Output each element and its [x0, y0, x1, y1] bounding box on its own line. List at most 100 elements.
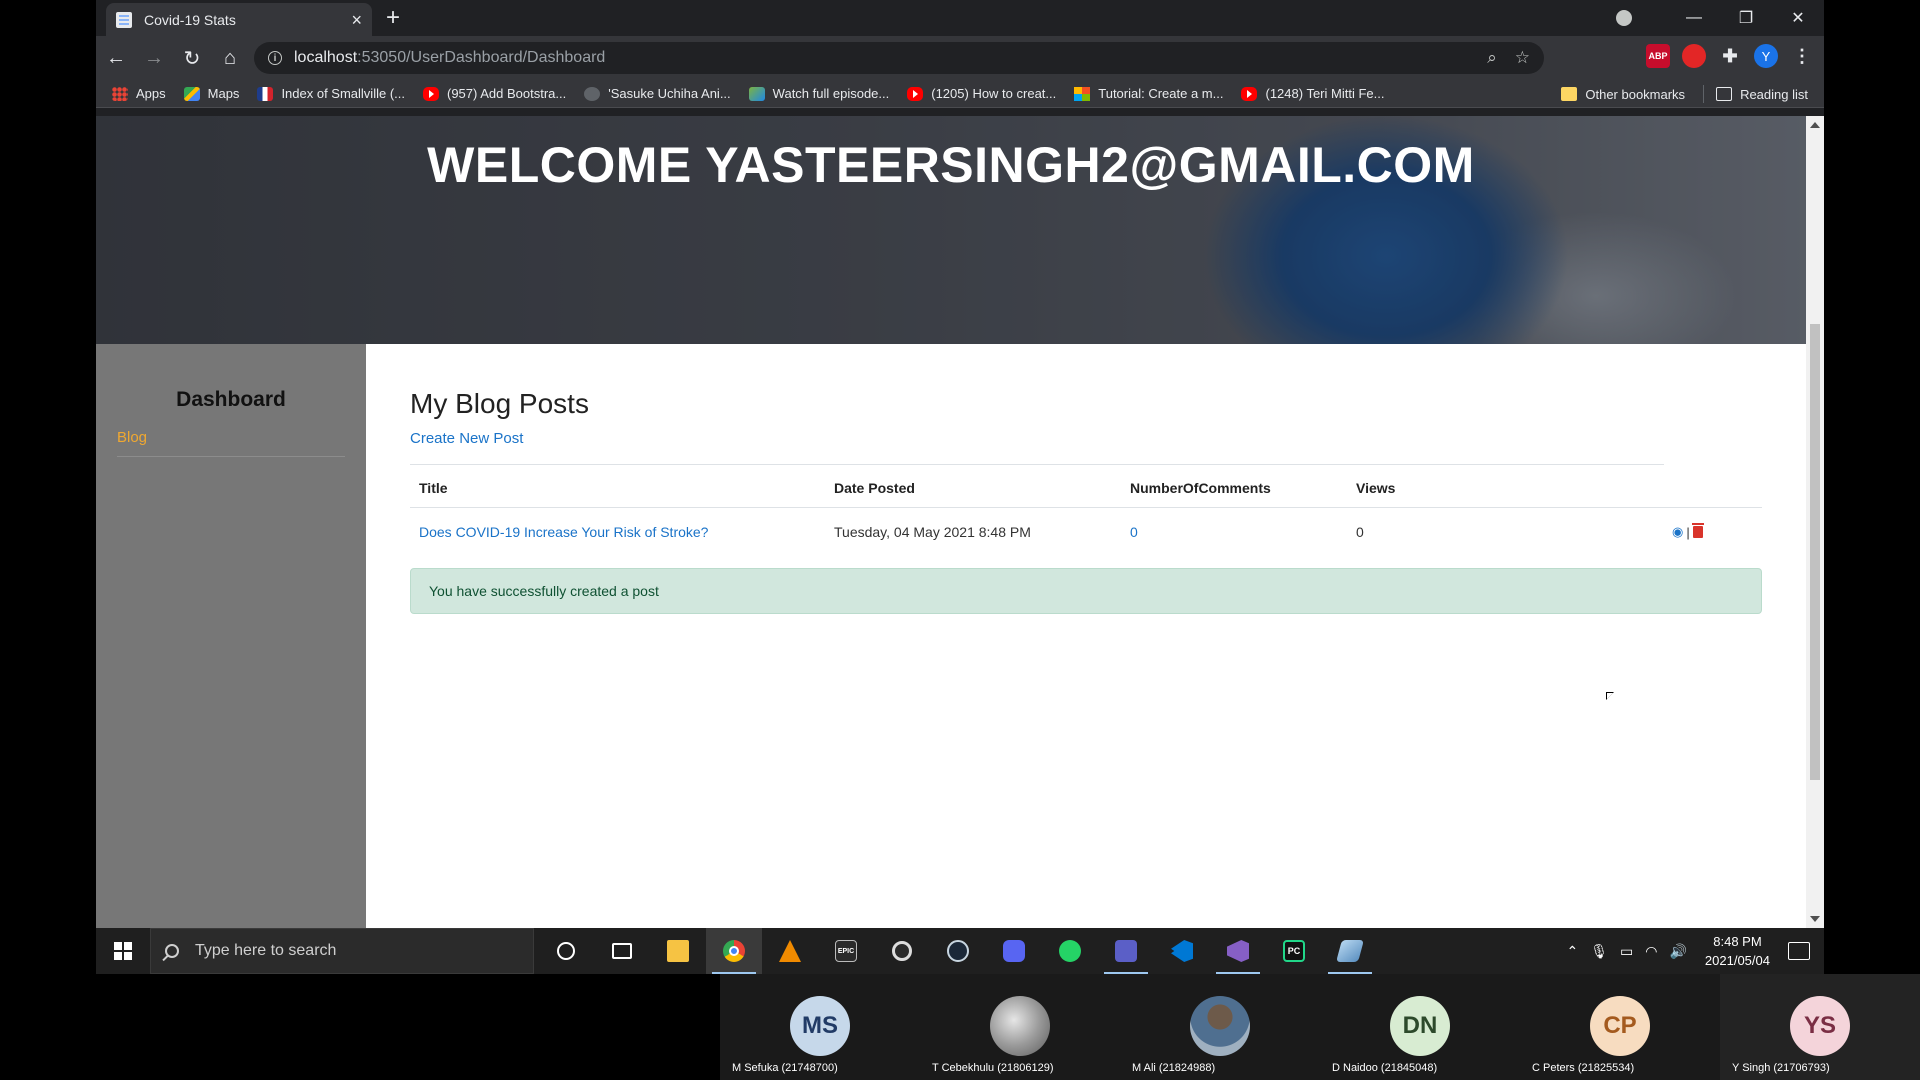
action-separator: | [1686, 524, 1690, 540]
avatar: YS [1790, 996, 1850, 1056]
reload-icon[interactable]: ↻ [174, 46, 210, 71]
avatar [990, 996, 1050, 1056]
bookmark-how-to-create[interactable]: (1205) How to creat... [907, 86, 1056, 101]
bookmarks-bar: Apps Maps Index of Smallville (... (957)… [96, 80, 1824, 108]
bookmark-teri-mitti[interactable]: (1248) Teri Mitti Fe... [1241, 86, 1384, 101]
delete-post-trash-icon[interactable] [1691, 523, 1704, 538]
notification-center-icon[interactable] [1788, 942, 1810, 960]
home-icon[interactable]: ⌂ [212, 47, 248, 70]
post-title-link[interactable]: Does COVID-19 Increase Your Risk of Stro… [419, 524, 708, 540]
apps-icon [112, 86, 128, 101]
wifi-icon[interactable]: ◠ [1645, 943, 1657, 960]
taskbar-misc-app[interactable] [1322, 928, 1378, 974]
taskbar-vlc[interactable] [762, 928, 818, 974]
reading-list[interactable]: Reading list [1716, 87, 1808, 102]
bookmark-label: Apps [136, 86, 166, 101]
extension-red-icon[interactable] [1682, 44, 1706, 68]
taskbar-visual-studio[interactable] [1210, 928, 1266, 974]
bookmark-label: (1205) How to creat... [931, 86, 1057, 101]
participant-tile[interactable]: T Cebekhulu (21806129) [920, 974, 1120, 1080]
taskbar-vscode[interactable] [1154, 928, 1210, 974]
participant-tile[interactable]: CP C Peters (21825534) [1520, 974, 1720, 1080]
clock-date: 2021/05/04 [1704, 953, 1770, 968]
success-alert: You have successfully created a post [410, 568, 1762, 614]
bookmark-tutorial[interactable]: Tutorial: Create a m... [1074, 86, 1223, 101]
taskbar-ubisoft[interactable] [874, 928, 930, 974]
participant-tile[interactable]: YS Y Singh (21706793) [1720, 974, 1920, 1080]
restore-icon[interactable]: ❐ [1720, 8, 1772, 28]
view-post-eye-icon[interactable]: ◉ [1672, 524, 1683, 540]
main-content: My Blog Posts Create New Post Title Date… [366, 344, 1806, 928]
bookmarks-divider [1703, 85, 1705, 103]
mouse-cursor-icon [1606, 692, 1614, 700]
taskbar-cortana[interactable] [538, 928, 594, 974]
microsoft-icon [1074, 86, 1091, 101]
vlc-icon [779, 940, 801, 962]
taskbar-search-box[interactable]: Type here to search [150, 928, 534, 974]
bookmark-maps[interactable]: Maps [183, 86, 239, 101]
bookmark-apps[interactable]: Apps [112, 86, 166, 101]
extensions-puzzle-icon[interactable]: ✚ [1718, 44, 1742, 68]
hero-banner: WELCOME YASTEERSINGH2@GMAIL.COM [96, 116, 1806, 344]
kebab-menu-icon[interactable]: ⋮ [1790, 44, 1814, 68]
teams-icon [1115, 940, 1137, 962]
minimize-icon[interactable]: — [1668, 9, 1720, 27]
start-button[interactable] [96, 928, 150, 974]
back-icon[interactable]: ← [98, 47, 134, 70]
bookmark-sasuke[interactable]: 'Sasuke Uchiha Ani... [584, 86, 731, 101]
new-tab-icon[interactable]: + [386, 6, 400, 30]
page-title: My Blog Posts [410, 388, 589, 419]
scroll-down-arrow-icon[interactable] [1810, 916, 1820, 922]
microphone-icon[interactable]: 🎙 [1590, 943, 1608, 960]
taskbar-task-view[interactable] [594, 928, 650, 974]
close-window-icon[interactable]: ✕ [1772, 8, 1824, 28]
participant-tile[interactable]: M Ali (21824988) [1120, 974, 1320, 1080]
other-bookmarks-label: Other bookmarks [1585, 86, 1686, 102]
zoom-icon[interactable]: ⌕ [1487, 48, 1497, 68]
create-new-post-link[interactable]: Create New Post [410, 430, 523, 447]
volume-icon[interactable]: 🔊 [1669, 943, 1686, 960]
participant-tile[interactable]: MS M Sefuka (21748700) [720, 974, 920, 1080]
bookmark-star-icon[interactable]: ☆ [1515, 48, 1530, 68]
participant-name: M Ali (21824988) [1132, 1062, 1216, 1074]
taskbar-file-explorer[interactable] [650, 928, 706, 974]
bookmark-bootstrap-video[interactable]: (957) Add Bootstra... [422, 86, 566, 101]
site-info-icon[interactable]: i [268, 51, 282, 65]
bookmark-watch-episode[interactable]: Watch full episode... [748, 86, 889, 101]
taskbar-epic-games[interactable]: EPIC [818, 928, 874, 974]
tab-bar: Covid-19 Stats × + — ❐ ✕ [96, 0, 1824, 36]
page-favicon-icon [116, 11, 132, 28]
battery-icon[interactable]: ▭ [1620, 943, 1633, 960]
other-bookmarks[interactable]: Other bookmarks [1561, 87, 1685, 102]
sidebar-item-blog[interactable]: Blog [117, 429, 147, 446]
taskbar-teams[interactable] [1098, 928, 1154, 974]
bookmark-smallville[interactable]: Index of Smallville (... [257, 86, 405, 101]
taskbar-discord[interactable] [986, 928, 1042, 974]
misc-app-icon [1336, 940, 1364, 962]
taskbar-clock[interactable]: 8:48 PM 2021/05/04 [1705, 932, 1770, 970]
scrollbar-thumb[interactable] [1810, 324, 1820, 780]
taskbar-pycharm[interactable]: PC [1266, 928, 1322, 974]
chevron-up-icon[interactable]: ⌃ [1567, 943, 1579, 960]
youtube-icon [422, 86, 439, 101]
tab-search-icon[interactable] [1616, 10, 1632, 26]
windows-logo-icon [114, 942, 132, 960]
page-scrollbar[interactable] [1806, 116, 1824, 928]
post-comments-link[interactable]: 0 [1130, 524, 1138, 540]
profile-avatar[interactable]: Y [1754, 44, 1778, 68]
reading-list-icon [1716, 87, 1733, 101]
forward-icon[interactable]: → [136, 47, 172, 70]
tab-covid-stats[interactable]: Covid-19 Stats × [106, 3, 372, 36]
participant-tile[interactable]: DN D Naidoo (21845048) [1320, 974, 1520, 1080]
visual-studio-icon [1227, 940, 1249, 962]
taskbar-whatsapp[interactable] [1042, 928, 1098, 974]
taskbar-chrome[interactable] [706, 928, 762, 974]
avatar: CP [1590, 996, 1650, 1056]
site-icon [584, 86, 601, 101]
scroll-up-arrow-icon[interactable] [1810, 122, 1820, 128]
taskbar-steam[interactable] [930, 928, 986, 974]
address-bar[interactable]: i localhost:53050/UserDashboard/Dashboar… [254, 42, 1544, 74]
welcome-heading: WELCOME YASTEERSINGH2@GMAIL.COM [427, 137, 1475, 193]
close-tab-icon[interactable]: × [351, 11, 362, 29]
adblock-plus-icon[interactable]: ABP [1646, 44, 1670, 68]
